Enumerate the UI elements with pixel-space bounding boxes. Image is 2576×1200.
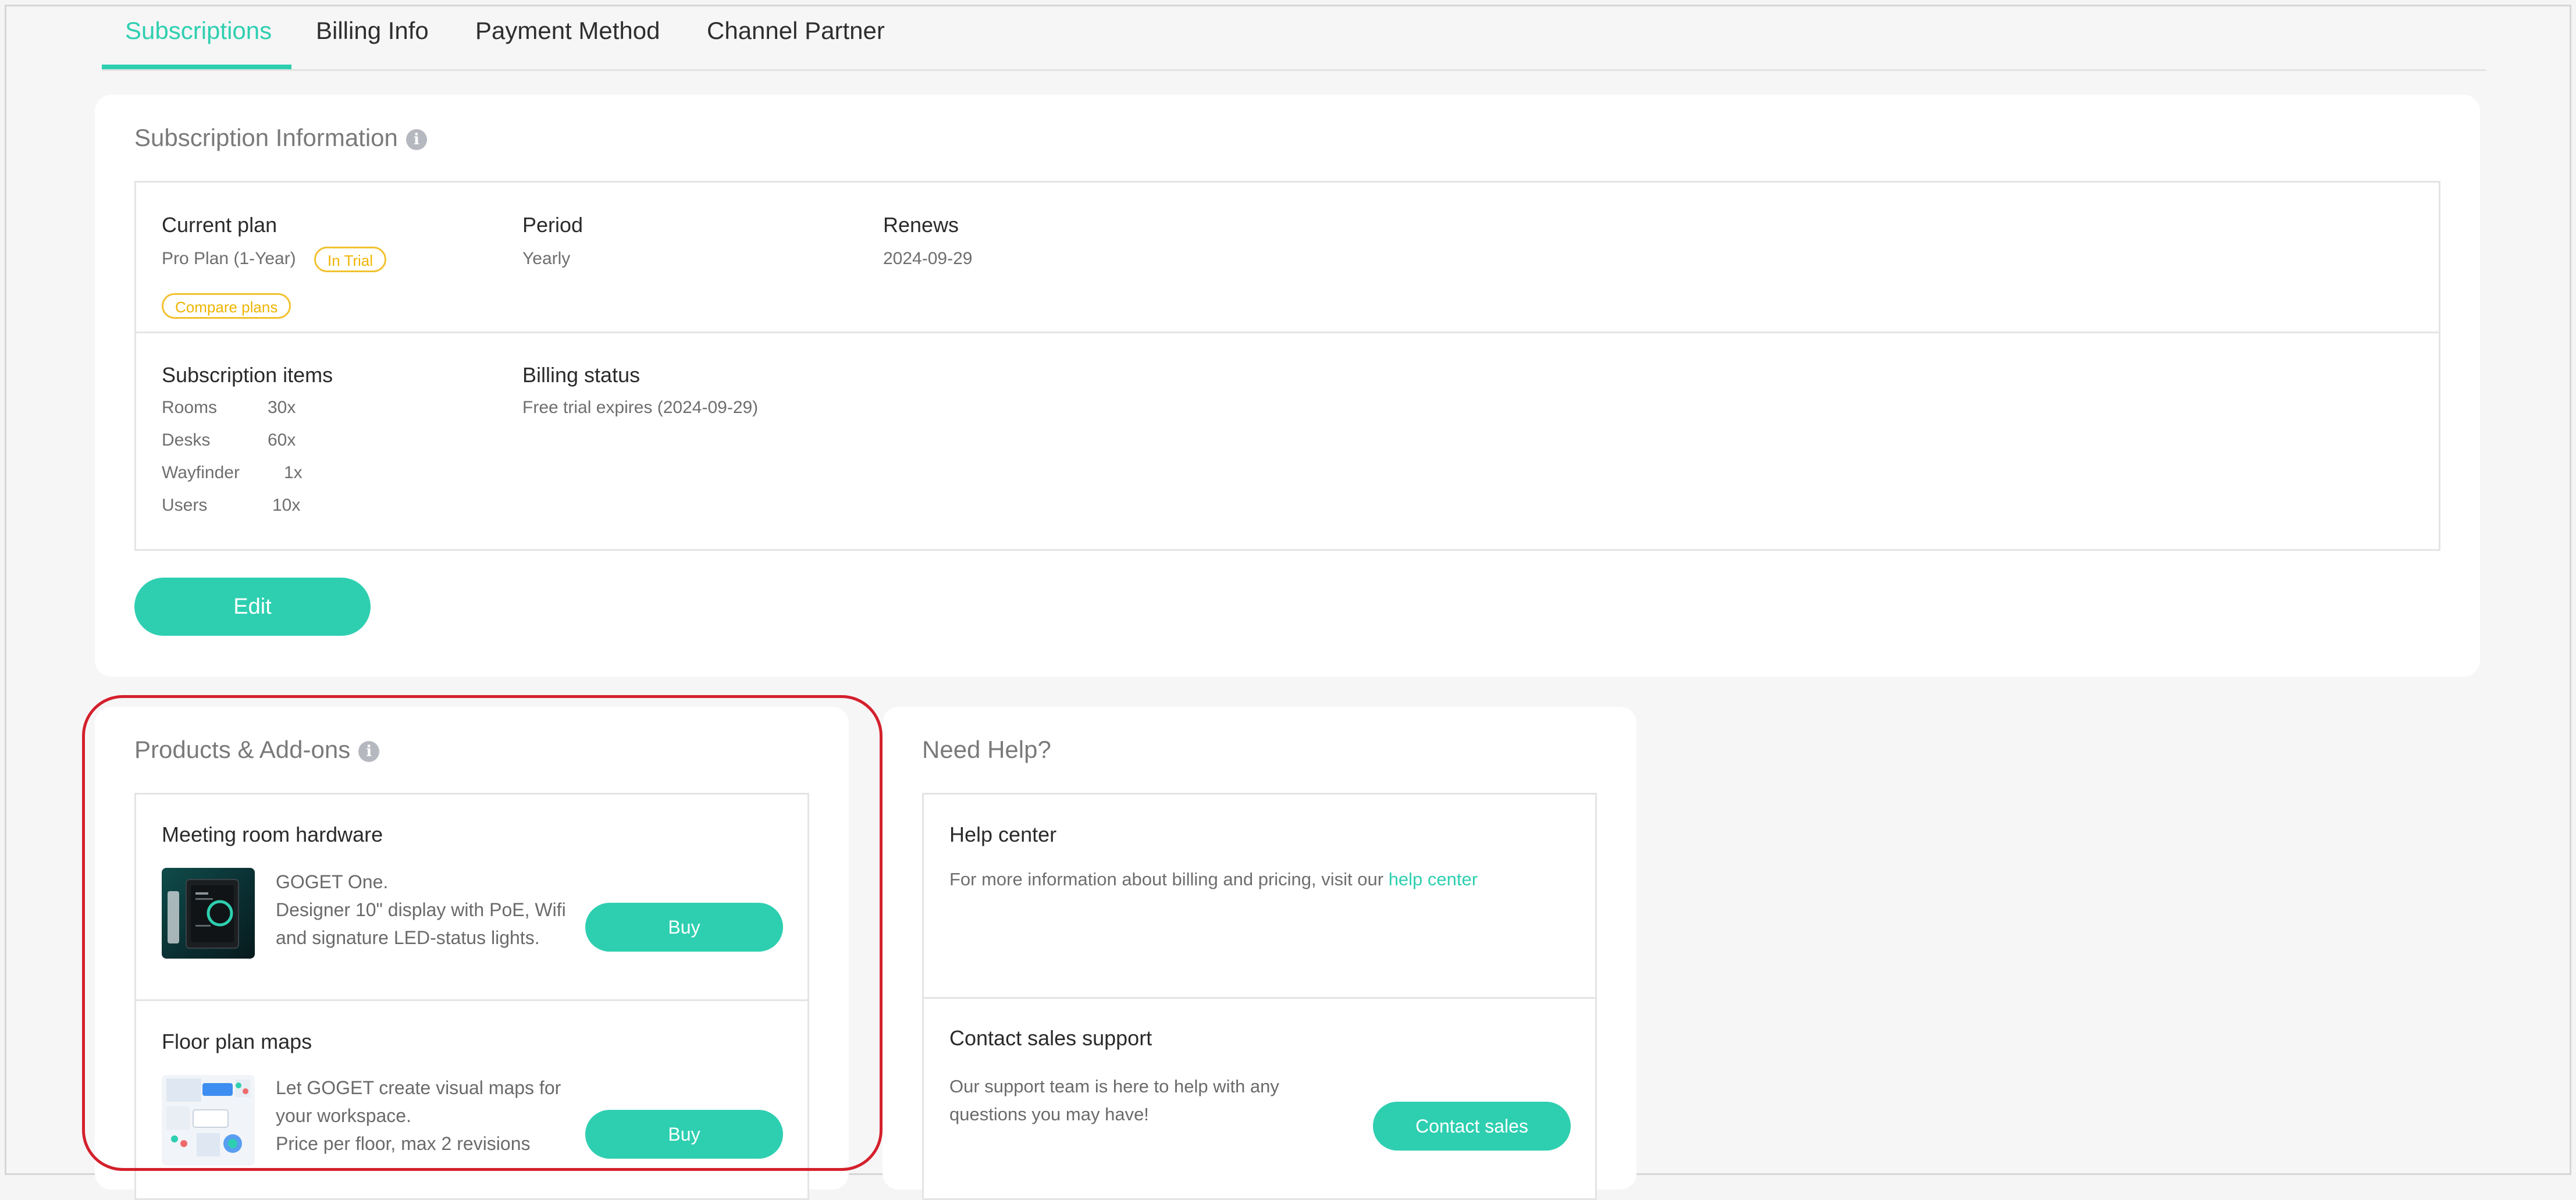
products-card-title: Products & Add-ons i xyxy=(134,736,380,764)
product-description: Let GOGET create visual maps for your wo… xyxy=(276,1074,561,1158)
item-rooms-qty: 30x xyxy=(268,398,296,417)
product-desc-line: and signature LED-status lights. xyxy=(276,927,540,948)
trial-badge: In Trial xyxy=(314,247,387,272)
item-desks-qty: 60x xyxy=(268,430,296,450)
tab-subscriptions[interactable]: Subscriptions xyxy=(125,17,272,45)
info-icon[interactable]: i xyxy=(358,740,380,762)
plan-name: Pro Plan (1-Year) xyxy=(162,249,296,268)
tab-billing-info[interactable]: Billing Info xyxy=(316,17,429,45)
subscription-card-title: Subscription Information i xyxy=(134,124,427,152)
period-label: Period xyxy=(522,213,583,237)
active-tab-indicator xyxy=(102,65,291,69)
subscription-title-text: Subscription Information xyxy=(134,124,398,151)
product-title: Meeting room hardware xyxy=(162,822,383,846)
contact-sales-line: questions you may have! xyxy=(949,1104,1149,1124)
edit-button[interactable]: Edit xyxy=(134,578,371,636)
compare-plans-button[interactable]: Compare plans xyxy=(162,293,291,319)
product-desc-line: Price per floor, max 2 revisions xyxy=(276,1133,531,1154)
renews-value: 2024-09-29 xyxy=(883,249,973,268)
current-plan-label: Current plan xyxy=(162,213,277,237)
products-title-text: Products & Add-ons xyxy=(134,736,351,763)
app-frame: Subscriptions Billing Info Payment Metho… xyxy=(5,5,2571,1200)
subscription-card: Subscription Information i Current plan P… xyxy=(95,95,2480,676)
help-panel: Help center For more information about b… xyxy=(922,793,1597,1200)
tab-channel-partner[interactable]: Channel Partner xyxy=(707,17,885,45)
help-card-title: Need Help? xyxy=(922,736,1051,763)
contact-sales-button[interactable]: Contact sales xyxy=(1373,1102,1571,1151)
buy-floor-plan-button[interactable]: Buy xyxy=(585,1110,783,1159)
contact-sales-description: Our support team is here to help with an… xyxy=(949,1073,1279,1128)
meeting-hardware-image xyxy=(162,868,255,959)
contact-sales-title: Contact sales support xyxy=(949,1026,1152,1050)
item-wayfinder-name: Wayfinder xyxy=(162,463,240,482)
item-users-name: Users xyxy=(162,496,208,515)
help-center-description: For more information about billing and p… xyxy=(949,869,1389,889)
contact-sales-line: Our support team is here to help with an… xyxy=(949,1076,1279,1096)
panel-divider xyxy=(924,997,1595,999)
floor-plan-image xyxy=(162,1075,255,1166)
help-center-title: Help center xyxy=(949,822,1057,846)
products-panel: Meeting room hardware GOGET One. Designe… xyxy=(134,793,809,1200)
panel-divider xyxy=(136,999,807,1001)
product-description: GOGET One. Designer 10" display with PoE… xyxy=(276,868,566,952)
product-desc-line: Let GOGET create visual maps for xyxy=(276,1077,561,1098)
help-center-link[interactable]: help center xyxy=(1389,869,1478,889)
item-desks-name: Desks xyxy=(162,430,211,450)
item-wayfinder-qty: 1x xyxy=(284,463,303,482)
item-rooms-name: Rooms xyxy=(162,398,218,417)
renews-label: Renews xyxy=(883,213,959,237)
help-center-text: For more information about billing and p… xyxy=(949,869,1478,890)
tab-bar: Subscriptions Billing Info Payment Metho… xyxy=(102,6,2486,71)
billing-status-value: Free trial expires (2024-09-29) xyxy=(522,398,759,417)
buy-hardware-button[interactable]: Buy xyxy=(585,903,783,952)
tab-payment-method[interactable]: Payment Method xyxy=(475,17,660,45)
product-title: Floor plan maps xyxy=(162,1030,312,1053)
panel-divider xyxy=(136,332,2439,333)
product-desc-line: GOGET One. xyxy=(276,871,389,892)
help-card: Need Help? Help center For more informat… xyxy=(883,707,1636,1200)
product-desc-line: Designer 10" display with PoE, Wifi xyxy=(276,899,566,920)
products-card: Products & Add-ons i Meeting room hardwar… xyxy=(95,707,849,1200)
subscription-details-panel: Current plan Pro Plan (1-Year) In Trial … xyxy=(134,181,2440,551)
period-value: Yearly xyxy=(522,249,571,268)
info-icon[interactable]: i xyxy=(405,129,427,150)
product-desc-line: your workspace. xyxy=(276,1105,411,1126)
subscription-items-label: Subscription items xyxy=(162,363,333,387)
billing-status-label: Billing status xyxy=(522,363,641,387)
item-users-qty: 10x xyxy=(272,496,301,515)
